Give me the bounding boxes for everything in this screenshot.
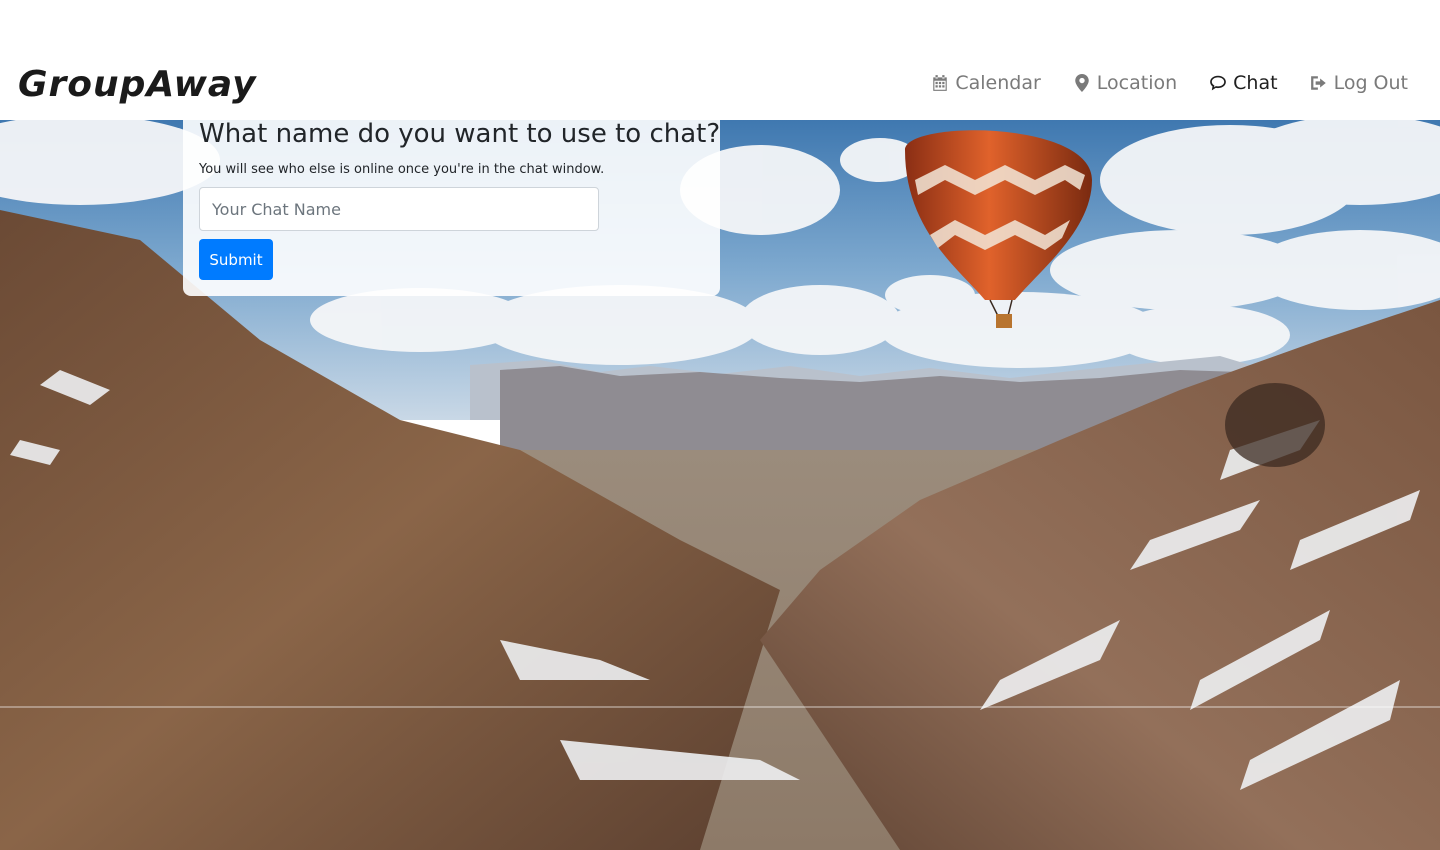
- navbar: GroupAway Calendar Location Chat Log Out: [0, 0, 1440, 120]
- page: GroupAway Calendar Location Chat Log Out…: [0, 0, 1440, 850]
- nav-item-location[interactable]: Location: [1073, 72, 1177, 94]
- nav-label-chat: Chat: [1233, 72, 1278, 94]
- sign-out-icon: [1310, 76, 1326, 90]
- chat-help-text: You will see who else is online once you…: [199, 162, 605, 177]
- nav-item-calendar[interactable]: Calendar: [931, 72, 1041, 94]
- chat-name-card: What name do you want to use to chat? Yo…: [183, 110, 720, 296]
- chat-bubble-icon: [1210, 75, 1227, 91]
- nav-label-logout: Log Out: [1333, 72, 1408, 94]
- nav-item-logout[interactable]: Log Out: [1310, 72, 1408, 94]
- nav-label-calendar: Calendar: [955, 72, 1041, 94]
- chat-name-input[interactable]: [199, 187, 599, 231]
- calendar-icon: [933, 75, 948, 91]
- submit-button[interactable]: Submit: [199, 239, 273, 280]
- nav-item-chat[interactable]: Chat: [1209, 72, 1278, 94]
- chat-name-heading: What name do you want to use to chat?: [199, 119, 721, 149]
- nav-label-location: Location: [1096, 72, 1178, 94]
- nav-links: Calendar Location Chat Log Out: [931, 72, 1408, 94]
- brand-logo[interactable]: GroupAway: [18, 64, 257, 105]
- map-marker-icon: [1075, 74, 1089, 92]
